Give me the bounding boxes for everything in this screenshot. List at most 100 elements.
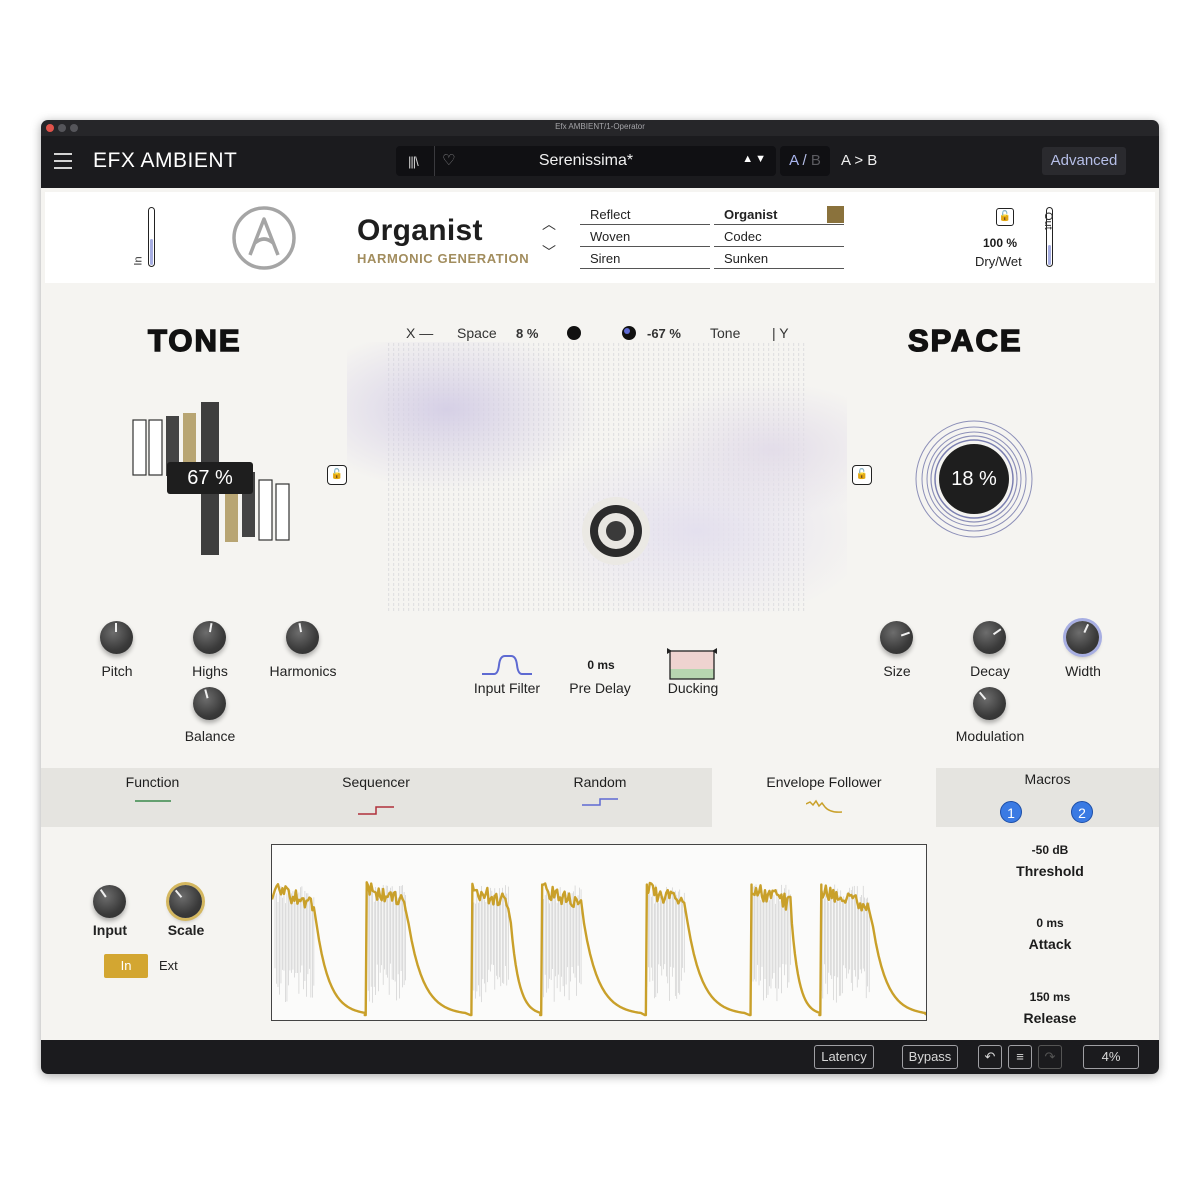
macro-1-button[interactable]: 1 (1000, 801, 1022, 823)
macros-label: Macros (1024, 771, 1071, 787)
xy-y-param: Tone (710, 325, 741, 341)
envelope-graph (271, 844, 927, 1021)
bottom-bar: Latency Bypass ↶ ≡ ↷ 4% (41, 1040, 1159, 1074)
latency-button[interactable]: Latency (814, 1045, 874, 1069)
redo-icon[interactable]: ↷ (1038, 1045, 1062, 1069)
advanced-button[interactable]: Advanced (1042, 147, 1126, 175)
space-title: SPACE (907, 322, 1023, 359)
module-item-reflect[interactable]: Reflect (580, 204, 710, 225)
ducking-label: Ducking (667, 680, 719, 696)
library-icon[interactable]: |||\ (408, 154, 419, 169)
pre-delay-label: Pre Delay (569, 680, 631, 696)
cpu-meter: 4% (1083, 1045, 1139, 1069)
highs-knob[interactable] (193, 621, 226, 654)
size-knob[interactable] (880, 621, 913, 654)
highs-label: Highs (192, 663, 228, 679)
size-label: Size (883, 663, 911, 679)
module-item-sunken[interactable]: Sunken (714, 248, 844, 269)
width-label: Width (1065, 663, 1101, 679)
tab-random[interactable]: Random (488, 768, 712, 827)
module-item-label: Organist (724, 207, 778, 222)
tone-lock-icon[interactable]: 🔓 (327, 465, 347, 485)
lock-icon[interactable]: 🔓 (996, 208, 1014, 226)
undo-icon[interactable]: ↶ (978, 1045, 1002, 1069)
harmonics-knob[interactable] (286, 621, 319, 654)
threshold-value[interactable]: -50 dB (990, 843, 1110, 857)
drywet-label: Dry/Wet (975, 254, 1022, 269)
history-list-icon[interactable]: ≡ (1008, 1045, 1032, 1069)
space-value: 18 % (951, 468, 997, 490)
ducking-icon[interactable] (667, 647, 719, 681)
scale-knob[interactable] (169, 885, 202, 918)
bypass-button[interactable]: Bypass (902, 1045, 958, 1069)
tab-label: Sequencer (342, 774, 410, 790)
modulation-tabs: Function Sequencer Random Envelope Follo… (41, 768, 1159, 827)
module-subtitle: HARMONIC GENERATION (357, 251, 530, 266)
input-source-ext-button[interactable]: Ext (159, 958, 178, 973)
drywet-value[interactable]: 100 % (983, 236, 1017, 250)
input-level-slider[interactable] (148, 207, 155, 267)
tab-envelope-follower[interactable]: Envelope Follower (712, 768, 936, 827)
divider (434, 146, 435, 176)
input-filter-label: Input Filter (473, 680, 541, 696)
module-item-woven[interactable]: Woven (580, 226, 710, 247)
preset-arrows-icon[interactable]: ▲▼ (742, 153, 768, 165)
release-label: Release (1023, 1010, 1077, 1026)
tone-value-display[interactable]: 67 % (167, 462, 253, 494)
window-title: Efx AMBIENT/1-Operator (555, 122, 645, 131)
copy-a-to-b-button[interactable]: A > B (841, 152, 877, 169)
preset-browser: |||\ ♡ Serenissima* ▲▼ (396, 146, 776, 176)
module-item-siren[interactable]: Siren (580, 248, 710, 269)
module-item-organist[interactable]: Organist (714, 204, 844, 225)
xy-x-value: 8 % (516, 326, 539, 341)
attack-label: Attack (1028, 936, 1072, 952)
module-color-swatch (827, 206, 844, 223)
hamburger-menu-icon[interactable] (54, 153, 72, 169)
tab-label: Random (573, 774, 627, 790)
balance-knob[interactable] (193, 687, 226, 720)
arturia-logo-icon (232, 206, 296, 270)
macro-2-button[interactable]: 2 (1071, 801, 1093, 823)
pitch-label: Pitch (101, 663, 133, 679)
xy-y-value: -67 % (647, 326, 681, 341)
input-knob[interactable] (93, 885, 126, 918)
ab-b[interactable]: B (811, 152, 821, 169)
ab-slash: / (802, 152, 807, 169)
input-source-in-button[interactable]: In (104, 954, 148, 978)
chevron-up-icon[interactable]: ︿ (542, 214, 556, 234)
tab-label: Envelope Follower (766, 774, 882, 790)
scale-label: Scale (167, 922, 205, 938)
ab-toggle[interactable]: A / B (780, 146, 830, 176)
x-dial-icon[interactable] (567, 326, 581, 340)
xy-pad[interactable] (347, 342, 847, 612)
ab-a[interactable]: A (789, 152, 798, 169)
harmonics-label: Harmonics (269, 663, 337, 679)
y-dial-icon[interactable] (622, 326, 636, 340)
decay-label: Decay (970, 663, 1010, 679)
preset-name[interactable]: Serenissima* (436, 152, 736, 170)
space-lock-icon[interactable]: 🔓 (852, 465, 872, 485)
tab-sequencer[interactable]: Sequencer (264, 768, 488, 827)
modulation-label: Modulation (955, 728, 1025, 744)
input-label: In (132, 256, 145, 266)
width-knob[interactable] (1066, 621, 1099, 654)
input-filter-icon[interactable] (480, 653, 534, 677)
decay-knob[interactable] (973, 621, 1006, 654)
space-value-display[interactable]: 18 % (915, 420, 1033, 538)
macros-panel: Macros 1 2 (936, 768, 1159, 827)
release-value[interactable]: 150 ms (990, 990, 1110, 1004)
pre-delay-value[interactable]: 0 ms (571, 658, 631, 672)
brand-name: EFX AMBIENT (93, 149, 238, 172)
pitch-knob[interactable] (100, 621, 133, 654)
sequencer-step-icon (358, 806, 394, 815)
chevron-down-icon[interactable]: ﹀ (542, 242, 556, 262)
attack-value[interactable]: 0 ms (990, 916, 1110, 930)
tab-function[interactable]: Function (41, 768, 264, 827)
module-item-codec[interactable]: Codec (714, 226, 844, 247)
xy-y-label: | Y (772, 325, 789, 341)
modulation-knob[interactable] (973, 687, 1006, 720)
balance-label: Balance (184, 728, 236, 744)
function-line-icon (134, 800, 171, 802)
tone-title: TONE (147, 322, 242, 359)
xy-x-label: X — (406, 325, 434, 341)
